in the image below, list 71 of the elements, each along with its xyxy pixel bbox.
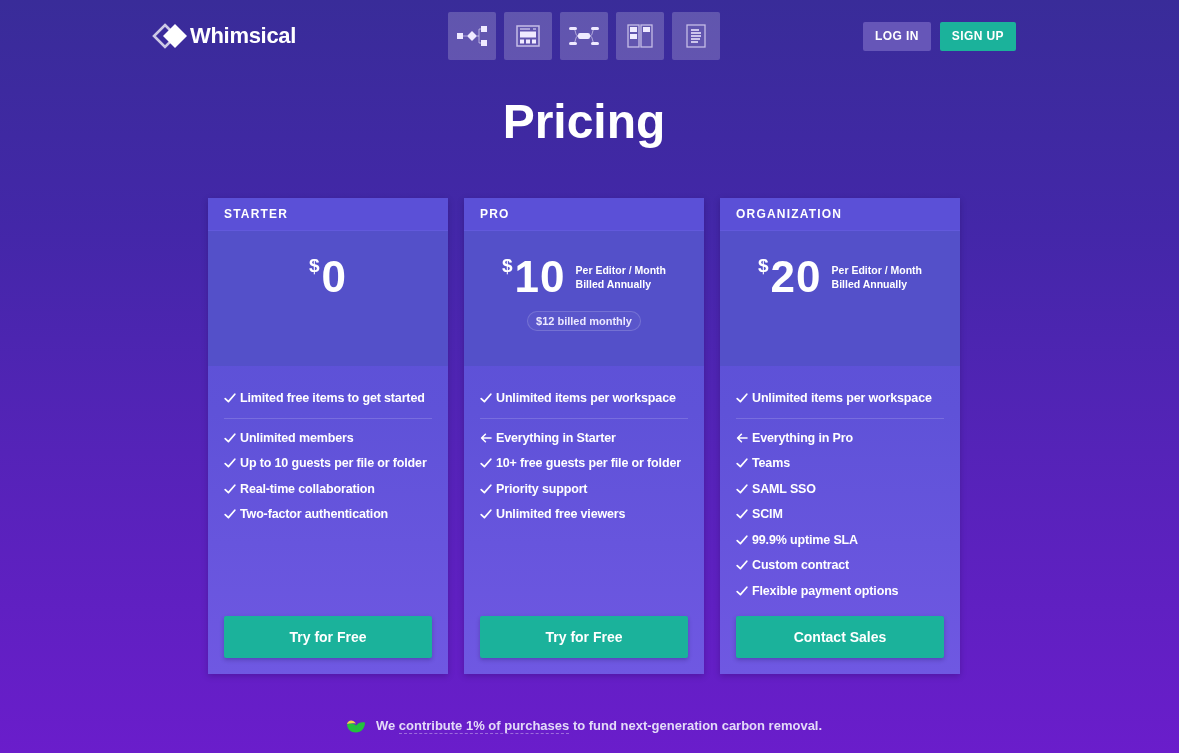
- headline-feature: Limited free items to get started: [240, 391, 425, 405]
- feature-text: Unlimited free viewers: [496, 507, 626, 522]
- check-icon: [224, 509, 236, 520]
- feature-text: Up to 10 guests per file or folder: [240, 456, 427, 471]
- flowchart-icon: [457, 25, 487, 47]
- leaf-icon: [345, 719, 366, 733]
- price-amount: 20: [770, 255, 822, 299]
- check-icon: [736, 483, 748, 494]
- log-in-button[interactable]: LOG IN: [863, 21, 931, 51]
- page-title: Pricing: [502, 94, 666, 150]
- check-icon: [224, 432, 236, 443]
- feature-text: Two-factor authentication: [240, 507, 389, 522]
- plan-button[interactable]: Contact Sales: [736, 616, 944, 658]
- headline-feature: Unlimited items per workspace: [496, 391, 676, 405]
- plan-name: ORGANIZATION: [736, 207, 843, 221]
- check-icon: [736, 393, 748, 403]
- price-amount: 0: [321, 255, 348, 299]
- document-icon: [686, 24, 706, 48]
- billing-term: Per Editor / Month: [575, 263, 666, 277]
- check-icon: [736, 585, 748, 596]
- check-icon: [736, 458, 748, 469]
- arrow-left-icon: [736, 432, 748, 443]
- sign-up-button[interactable]: SIGN UP: [939, 21, 1016, 51]
- wireframe-button[interactable]: [504, 12, 552, 60]
- currency-symbol: $: [502, 255, 513, 277]
- logo-icon: [152, 23, 188, 49]
- check-icon: [480, 483, 492, 494]
- contribute-link[interactable]: contribute 1% of purchases: [398, 718, 570, 734]
- plan-name: PRO: [480, 207, 510, 221]
- wireframe-icon: [516, 25, 540, 47]
- feature-text: Everything in Pro: [752, 430, 853, 445]
- check-icon: [224, 483, 236, 494]
- check-icon: [736, 509, 748, 520]
- mind-map-button[interactable]: [560, 12, 608, 60]
- feature-text: Custom contract: [752, 558, 850, 573]
- footer-note: We contribute 1% of purchases to fund next-generation carbon removal.: [375, 717, 823, 736]
- headline-feature: Unlimited items per workspace: [752, 391, 932, 405]
- feature-text: Real-time collaboration: [240, 481, 375, 496]
- feature-text: 99.9% uptime SLA: [752, 532, 858, 547]
- feature-text: 10+ free guests per file or folder: [496, 456, 681, 471]
- feature-text: SCIM: [752, 507, 783, 522]
- plan-button[interactable]: Try for Free: [480, 616, 688, 658]
- document-button[interactable]: [672, 12, 720, 60]
- mind-map-icon: [569, 26, 599, 46]
- check-icon: [736, 560, 748, 571]
- currency-symbol: $: [308, 255, 320, 277]
- check-icon: [224, 393, 236, 403]
- billing-term: Per Editor / Month: [831, 263, 922, 277]
- check-icon: [480, 509, 492, 520]
- feature-text: Unlimited members: [240, 430, 354, 445]
- price-amount: 10: [514, 255, 566, 299]
- logo-link[interactable]: Whimsical: [152, 23, 297, 49]
- feature-text: Flexible payment options: [752, 583, 899, 598]
- feature-text: Priority support: [496, 481, 588, 496]
- columns-icon: [627, 24, 653, 48]
- feature-text: Everything in Starter: [496, 430, 616, 445]
- feature-text: SAML SSO: [752, 481, 816, 496]
- check-icon: [480, 458, 492, 469]
- plan-button[interactable]: Try for Free: [224, 616, 432, 658]
- plan-name: STARTER: [224, 207, 289, 221]
- monthly-price-pill: $12 billed monthly: [527, 311, 641, 331]
- currency-symbol: $: [758, 255, 769, 277]
- check-icon: [224, 458, 236, 469]
- feature-text: Teams: [752, 456, 790, 471]
- flowchart-button[interactable]: [448, 12, 496, 60]
- board-button[interactable]: [616, 12, 664, 60]
- check-icon: [480, 393, 492, 403]
- billing-term: Billed Annually: [575, 277, 652, 291]
- billing-term: Billed Annually: [831, 277, 908, 291]
- arrow-left-icon: [480, 432, 492, 443]
- check-icon: [736, 534, 748, 545]
